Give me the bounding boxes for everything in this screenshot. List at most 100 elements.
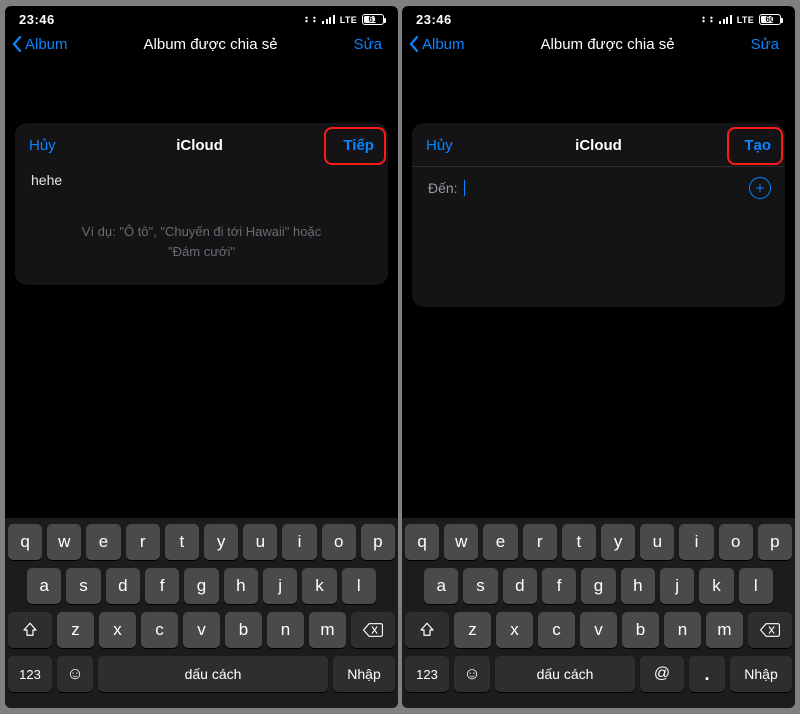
shift-key[interactable] (8, 612, 52, 648)
chevron-left-icon (408, 35, 420, 53)
dual-sim-icon: ᛬᛬ (303, 12, 319, 27)
key-w[interactable]: w (444, 524, 478, 560)
key-q[interactable]: q (8, 524, 42, 560)
key-n[interactable]: n (664, 612, 701, 648)
space-key[interactable]: dấu cách (495, 656, 635, 692)
key-x[interactable]: x (99, 612, 136, 648)
dot-key[interactable]: . (689, 656, 725, 692)
add-contact-button[interactable] (749, 177, 771, 199)
icloud-sheet: Hủy iCloud Tạo Đến: (412, 123, 785, 307)
key-d[interactable]: d (503, 568, 537, 604)
to-field-row[interactable]: Đến: (412, 166, 785, 209)
key-s[interactable]: s (463, 568, 497, 604)
create-button[interactable]: Tạo (744, 137, 771, 154)
enter-key[interactable]: Nhập (333, 656, 395, 692)
key-row-1: q w e r t y u i o p (8, 524, 395, 560)
key-b[interactable]: b (622, 612, 659, 648)
status-right: ᛬᛬ LTE 60 (700, 12, 781, 27)
key-p[interactable]: p (361, 524, 395, 560)
key-o[interactable]: o (322, 524, 356, 560)
nav-back-button[interactable]: Album (408, 35, 465, 53)
numeric-key[interactable]: 123 (8, 656, 52, 692)
key-c[interactable]: c (538, 612, 575, 648)
sheet-header: Hủy iCloud Tiếp (15, 123, 388, 166)
cellular-signal-icon (719, 15, 732, 24)
key-p[interactable]: p (758, 524, 792, 560)
key-f[interactable]: f (145, 568, 179, 604)
statusbar: 23:46 ᛬᛬ LTE 60 (402, 6, 795, 29)
next-button[interactable]: Tiếp (343, 137, 374, 154)
key-r[interactable]: r (523, 524, 557, 560)
key-t[interactable]: t (562, 524, 596, 560)
key-z[interactable]: z (454, 612, 491, 648)
key-row-2: a s d f g h j k l (8, 568, 395, 604)
key-i[interactable]: i (282, 524, 316, 560)
emoji-key[interactable]: ☺ (57, 656, 93, 692)
key-a[interactable]: a (424, 568, 458, 604)
key-d[interactable]: d (106, 568, 140, 604)
key-s[interactable]: s (66, 568, 100, 604)
enter-key[interactable]: Nhập (730, 656, 792, 692)
nav-back-button[interactable]: Album (11, 35, 68, 53)
key-h[interactable]: h (621, 568, 655, 604)
key-x[interactable]: x (496, 612, 533, 648)
dual-sim-icon: ᛬᛬ (700, 12, 716, 27)
key-i[interactable]: i (679, 524, 713, 560)
key-h[interactable]: h (224, 568, 258, 604)
cancel-button[interactable]: Hủy (426, 137, 453, 154)
chevron-left-icon (11, 35, 23, 53)
key-u[interactable]: u (243, 524, 277, 560)
shift-key[interactable] (405, 612, 449, 648)
key-m[interactable]: m (309, 612, 346, 648)
key-c[interactable]: c (141, 612, 178, 648)
key-r[interactable]: r (126, 524, 160, 560)
key-k[interactable]: k (302, 568, 336, 604)
key-u[interactable]: u (640, 524, 674, 560)
key-n[interactable]: n (267, 612, 304, 648)
album-name-input[interactable]: hehe (31, 170, 372, 196)
statusbar: 23:46 ᛬᛬ LTE 61 (5, 6, 398, 29)
key-t[interactable]: t (165, 524, 199, 560)
cancel-button[interactable]: Hủy (29, 137, 56, 154)
key-o[interactable]: o (719, 524, 753, 560)
cellular-signal-icon (322, 15, 335, 24)
key-v[interactable]: v (580, 612, 617, 648)
nav-edit-button[interactable]: Sửa (751, 36, 785, 53)
key-g[interactable]: g (184, 568, 218, 604)
phone-screen-2: 23:46 ᛬᛬ LTE 60 Album Album được chia sẻ… (402, 6, 795, 708)
keyboard[interactable]: q w e r t y u i o p a s d f g h j k (5, 518, 398, 708)
key-q[interactable]: q (405, 524, 439, 560)
at-key[interactable]: @ (640, 656, 684, 692)
key-v[interactable]: v (183, 612, 220, 648)
space-key[interactable]: dấu cách (98, 656, 328, 692)
key-j[interactable]: j (660, 568, 694, 604)
key-l[interactable]: l (739, 568, 773, 604)
key-y[interactable]: y (601, 524, 635, 560)
key-f[interactable]: f (542, 568, 576, 604)
nav-title: Album được chia sẻ (541, 36, 675, 53)
key-m[interactable]: m (706, 612, 743, 648)
key-w[interactable]: w (47, 524, 81, 560)
emoji-key[interactable]: ☺ (454, 656, 490, 692)
key-j[interactable]: j (263, 568, 297, 604)
numeric-key[interactable]: 123 (405, 656, 449, 692)
key-e[interactable]: e (483, 524, 517, 560)
status-time: 23:46 (19, 12, 55, 27)
backspace-key[interactable] (351, 612, 395, 648)
key-row-3: z x c v b n m (8, 612, 395, 648)
keyboard[interactable]: q w e r t y u i o p a s d f g h j k (402, 518, 795, 708)
nav-title: Album được chia sẻ (144, 36, 278, 53)
nav-bar: Album Album được chia sẻ Sửa (402, 29, 795, 63)
album-name-hint: Ví dụ: "Ô tô", "Chuyến đi tới Hawaii" ho… (31, 196, 372, 267)
key-b[interactable]: b (225, 612, 262, 648)
key-y[interactable]: y (204, 524, 238, 560)
key-l[interactable]: l (342, 568, 376, 604)
key-z[interactable]: z (57, 612, 94, 648)
key-k[interactable]: k (699, 568, 733, 604)
key-e[interactable]: e (86, 524, 120, 560)
nav-edit-button[interactable]: Sửa (354, 36, 388, 53)
key-g[interactable]: g (581, 568, 615, 604)
key-a[interactable]: a (27, 568, 61, 604)
backspace-key[interactable] (748, 612, 792, 648)
icloud-sheet: Hủy iCloud Tiếp hehe Ví dụ: "Ô tô", "Chu… (15, 123, 388, 285)
